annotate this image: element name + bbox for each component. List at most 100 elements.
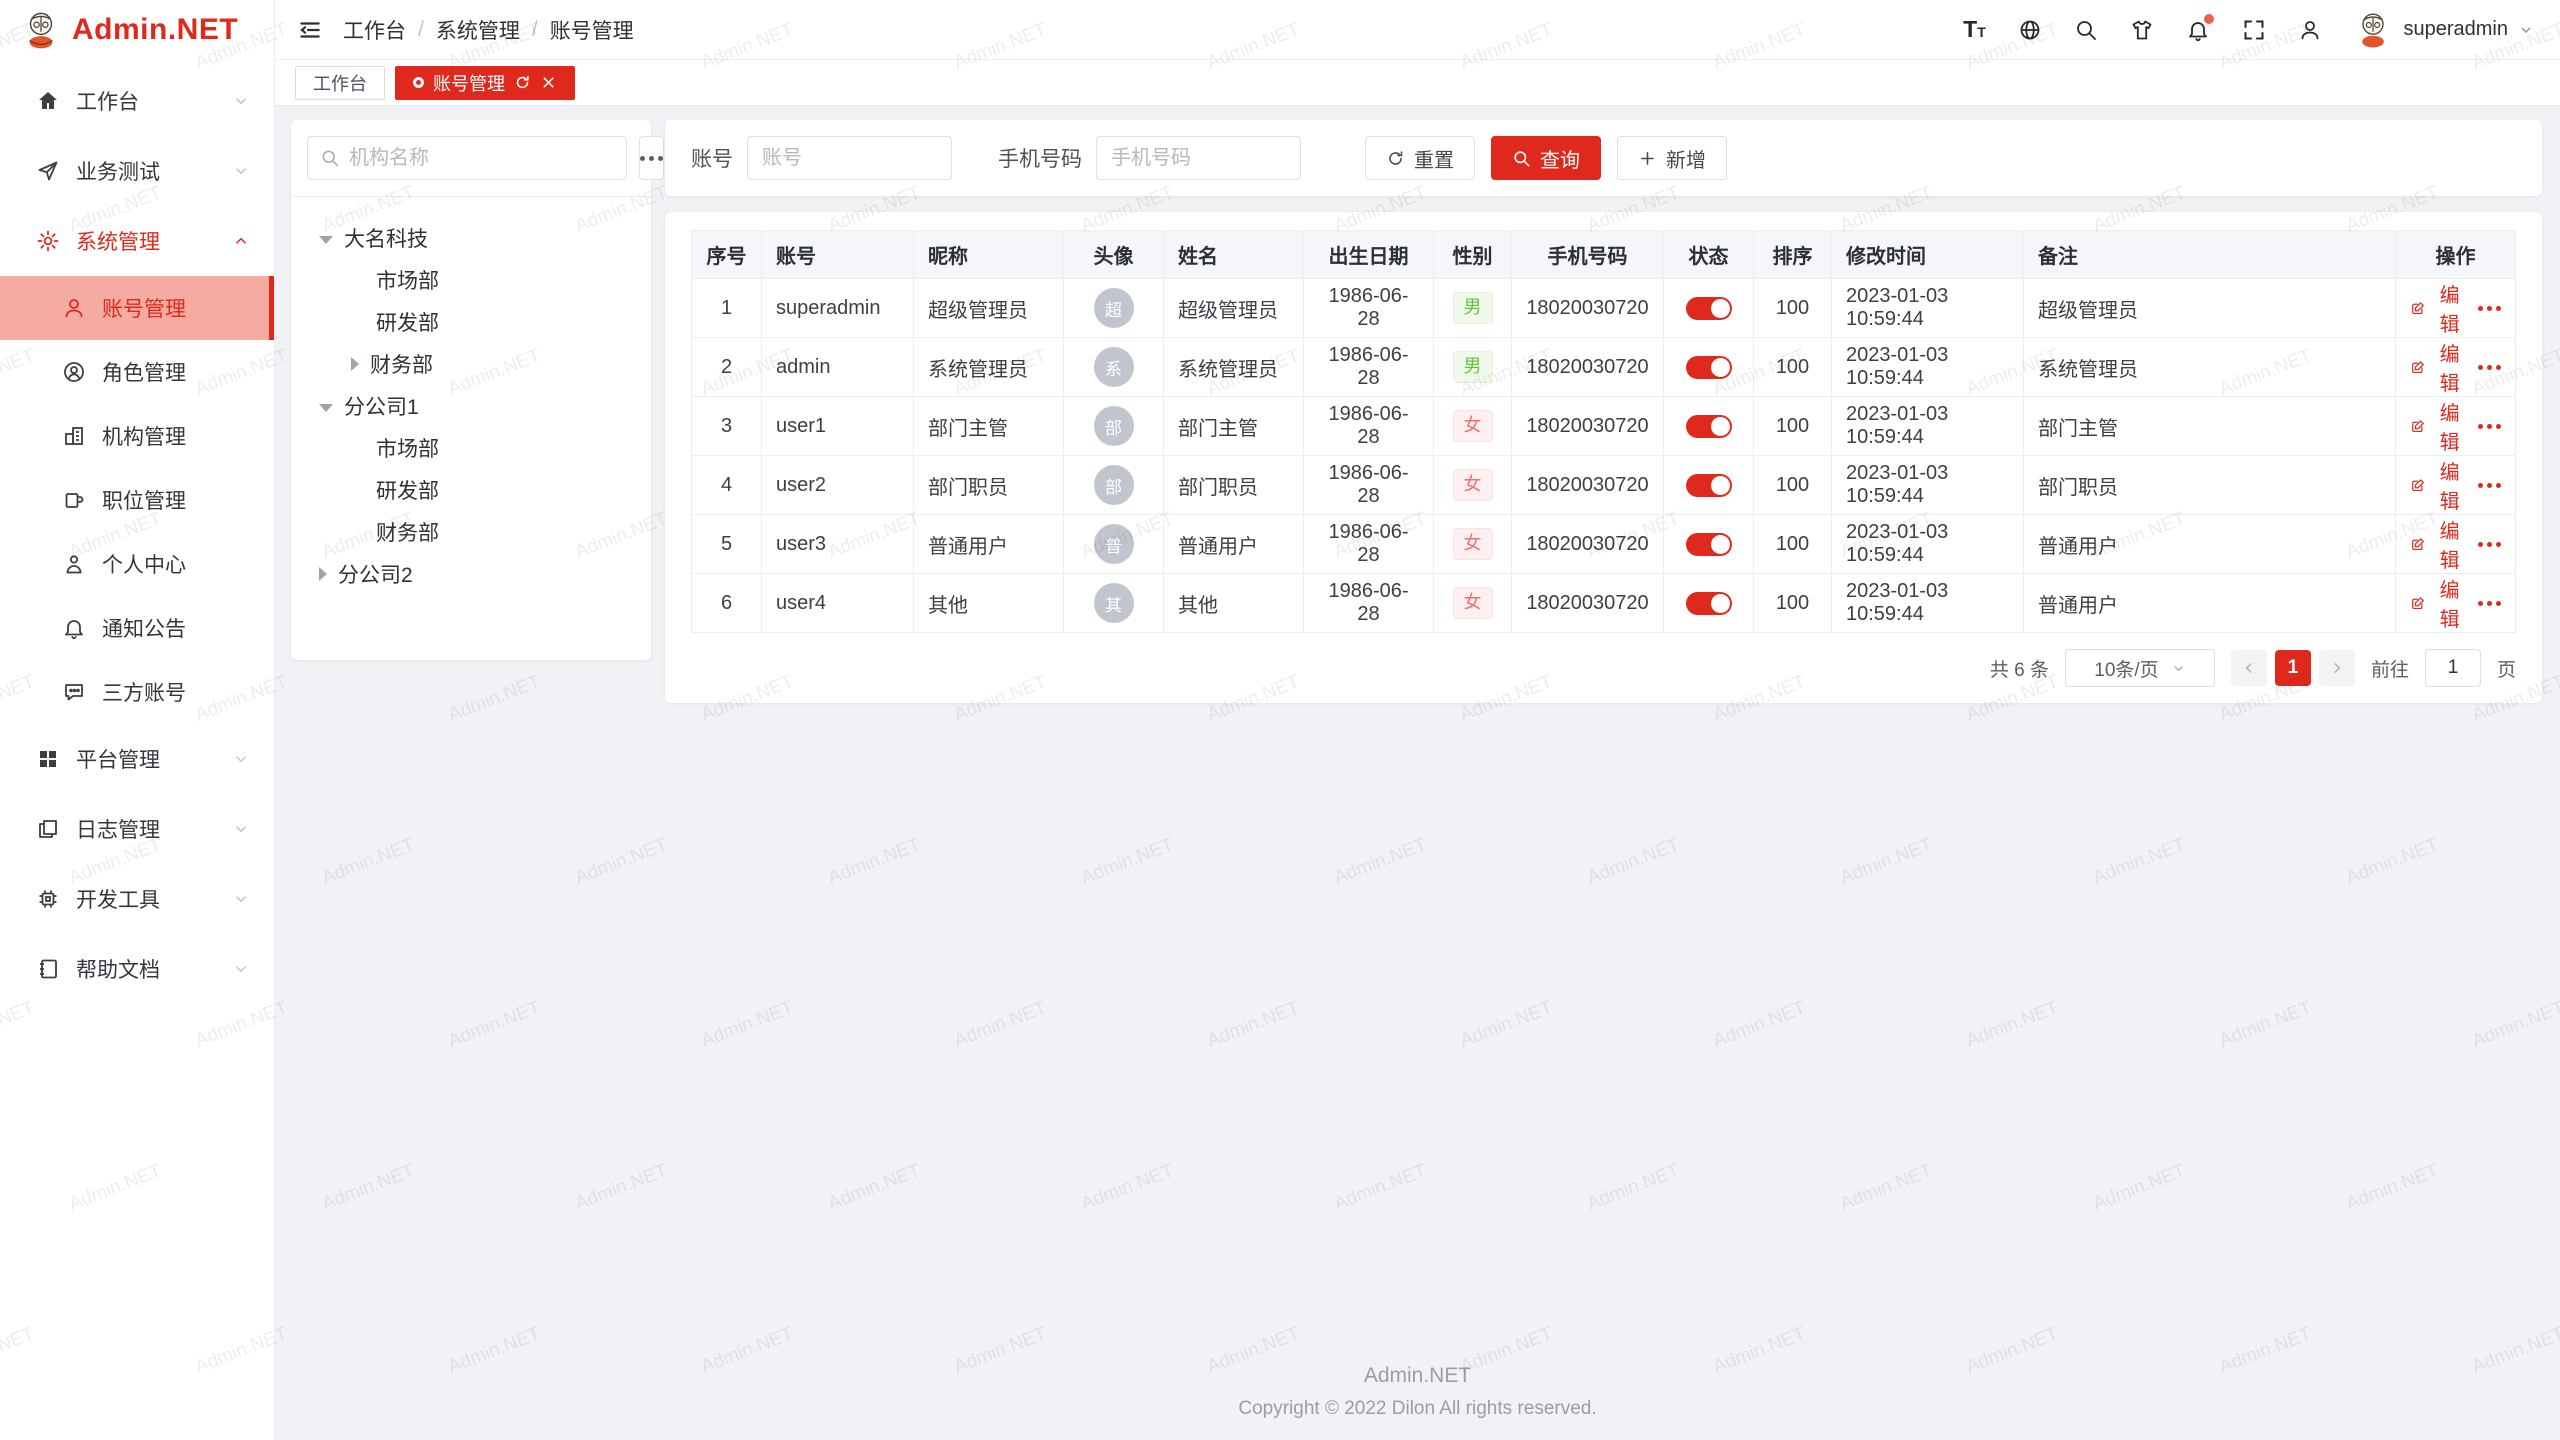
status-toggle[interactable] — [1686, 592, 1732, 615]
tree-item[interactable]: 财务部 — [303, 343, 639, 385]
chevron-down-icon — [232, 960, 250, 978]
sidebar-item-dev-tools[interactable]: 开发工具 — [0, 864, 274, 934]
column-header-remark: 备注 — [2024, 231, 2396, 279]
column-header-account: 账号 — [762, 231, 914, 279]
page-number-current[interactable]: 1 — [2275, 650, 2311, 686]
status-toggle[interactable] — [1686, 474, 1732, 497]
pager: 1 — [2231, 650, 2355, 686]
gender-badge: 女 — [1453, 469, 1493, 501]
edit-button[interactable]: 编辑 — [2410, 397, 2466, 455]
sidebar-item-platform-mgmt[interactable]: 平台管理 — [0, 724, 274, 794]
edit-button[interactable]: 编辑 — [2410, 338, 2466, 396]
sidebar-item-position-mgmt[interactable]: 职位管理 — [0, 468, 274, 532]
avatar: 部 — [1094, 406, 1134, 446]
user-table: 序号 账号 昵称 头像 姓名 出生日期 性别 手机号码 状态 排序 修改时间 — [691, 230, 2516, 633]
more-actions-button[interactable] — [2478, 306, 2501, 311]
sidebar-item-org-mgmt[interactable]: 机构管理 — [0, 404, 274, 468]
phone-input[interactable] — [1096, 136, 1301, 180]
status-toggle[interactable] — [1686, 533, 1732, 556]
prev-page-button[interactable] — [2231, 650, 2267, 686]
bell-icon — [62, 616, 86, 640]
edit-icon — [2410, 357, 2426, 377]
search-icon[interactable] — [2073, 17, 2099, 43]
sidebar-item-third-party-account[interactable]: 三方账号 — [0, 660, 274, 724]
tree-item[interactable]: 大名科技 — [303, 217, 639, 259]
chat-icon — [62, 680, 86, 704]
edit-button[interactable]: 编辑 — [2410, 515, 2466, 573]
sidebar-item-business-test[interactable]: 业务测试 — [0, 136, 274, 206]
sidebar-item-help-docs[interactable]: 帮助文档 — [0, 934, 274, 1004]
font-size-icon[interactable]: TT — [1961, 17, 1987, 43]
sidebar-item-workbench[interactable]: 工作台 — [0, 66, 274, 136]
search-button[interactable]: 查询 — [1491, 136, 1601, 180]
breadcrumb-item-account-mgmt: 账号管理 — [550, 15, 634, 45]
goto-page-input[interactable] — [2425, 649, 2481, 687]
reset-button[interactable]: 重置 — [1365, 136, 1475, 180]
next-page-button[interactable] — [2319, 650, 2355, 686]
language-icon[interactable] — [2017, 17, 2043, 43]
tree-item[interactable]: 研发部 — [303, 469, 639, 511]
user-icon[interactable] — [2297, 17, 2323, 43]
page-size-select[interactable]: 10条/页 — [2065, 649, 2215, 687]
add-button[interactable]: 新增 — [1617, 136, 1727, 180]
tree-item[interactable]: 分公司2 — [303, 553, 639, 595]
user-menu[interactable]: superadmin — [2353, 10, 2534, 50]
caret-expanded-icon[interactable] — [319, 404, 333, 412]
more-actions-button[interactable] — [2478, 542, 2501, 547]
logo[interactable]: Admin.NET — [0, 0, 274, 60]
refresh-icon[interactable] — [514, 74, 531, 91]
more-actions-button[interactable] — [2478, 601, 2501, 606]
tree-item[interactable]: 市场部 — [303, 259, 639, 301]
logo-monk-icon — [20, 9, 62, 51]
tree-item[interactable]: 分公司1 — [303, 385, 639, 427]
table-header-row: 序号 账号 昵称 头像 姓名 出生日期 性别 手机号码 状态 排序 修改时间 — [692, 231, 2516, 279]
edit-icon — [2410, 416, 2426, 436]
more-actions-button[interactable] — [2478, 483, 2501, 488]
avatar: 超 — [1094, 288, 1134, 328]
caret-collapsed-icon[interactable] — [319, 567, 327, 581]
search-icon — [320, 148, 340, 168]
gender-badge: 男 — [1453, 351, 1493, 383]
status-toggle[interactable] — [1686, 415, 1732, 438]
column-header-status: 状态 — [1664, 231, 1754, 279]
edit-button[interactable]: 编辑 — [2410, 279, 2466, 337]
phone-label: 手机号码 — [998, 143, 1082, 173]
tab-account-mgmt[interactable]: 账号管理 — [395, 66, 575, 100]
tree-item[interactable]: 研发部 — [303, 301, 639, 343]
sidebar-item-account-mgmt[interactable]: 账号管理 — [0, 276, 274, 340]
status-toggle[interactable] — [1686, 356, 1732, 379]
menu-fold-icon[interactable] — [297, 17, 323, 43]
profile-icon — [62, 552, 86, 576]
org-more-button[interactable] — [639, 136, 664, 180]
more-actions-button[interactable] — [2478, 424, 2501, 429]
tree-item[interactable]: 市场部 — [303, 427, 639, 469]
footer: Admin.NET Copyright © 2022 Dilon All rig… — [275, 1364, 2560, 1440]
bell-icon[interactable] — [2185, 17, 2211, 43]
sidebar-item-profile-center[interactable]: 个人中心 — [0, 532, 274, 596]
gender-badge: 女 — [1453, 587, 1493, 619]
footer-title: Admin.NET — [275, 1364, 2560, 1388]
breadcrumb-item-system-mgmt[interactable]: 系统管理 — [436, 15, 520, 45]
breadcrumb-item-workbench[interactable]: 工作台 — [343, 15, 406, 45]
tab-workbench[interactable]: 工作台 — [295, 66, 385, 100]
gear-icon — [36, 229, 60, 253]
account-input[interactable] — [747, 136, 952, 180]
edit-button[interactable]: 编辑 — [2410, 456, 2466, 514]
tree-item[interactable]: 财务部 — [303, 511, 639, 553]
breadcrumb-separator: / — [418, 18, 424, 42]
organization-icon — [62, 424, 86, 448]
caret-collapsed-icon[interactable] — [351, 357, 359, 371]
theme-icon[interactable] — [2129, 17, 2155, 43]
org-search-input[interactable] — [349, 147, 614, 170]
edit-button[interactable]: 编辑 — [2410, 574, 2466, 632]
more-actions-button[interactable] — [2478, 365, 2501, 370]
main-area: 工作台 / 系统管理 / 账号管理 TT — [275, 0, 2560, 1440]
close-icon[interactable] — [540, 74, 557, 91]
sidebar-item-role-mgmt[interactable]: 角色管理 — [0, 340, 274, 404]
fullscreen-icon[interactable] — [2241, 17, 2267, 43]
sidebar-item-log-mgmt[interactable]: 日志管理 — [0, 794, 274, 864]
sidebar-item-notice[interactable]: 通知公告 — [0, 596, 274, 660]
caret-expanded-icon[interactable] — [319, 236, 333, 244]
sidebar-item-system-mgmt[interactable]: 系统管理 — [0, 206, 274, 276]
status-toggle[interactable] — [1686, 297, 1732, 320]
